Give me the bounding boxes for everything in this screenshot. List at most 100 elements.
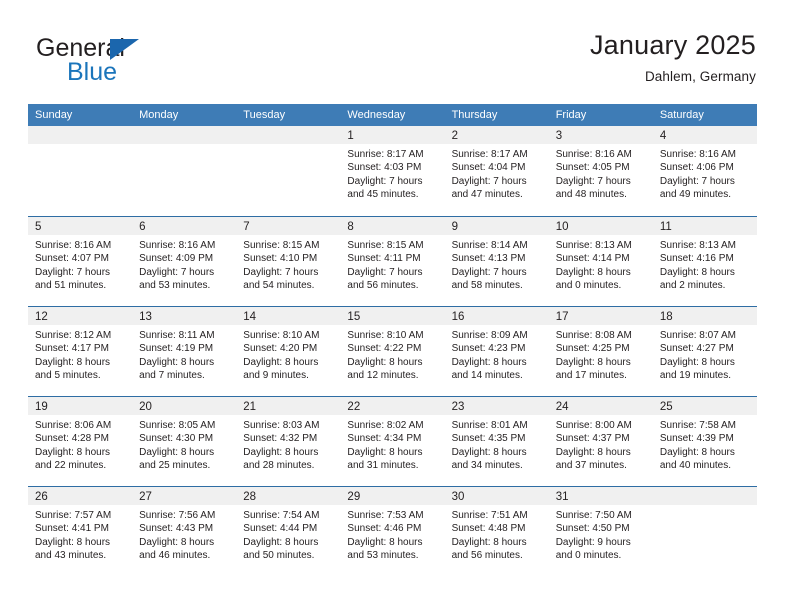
day-number-band: 13 <box>132 307 237 325</box>
day-number-band: 21 <box>236 397 341 415</box>
calendar-day-cell-empty <box>236 126 341 216</box>
calendar-day-cell[interactable]: 24 Sunrise: 8:00 AM Sunset: 4:37 PM Dayligh… <box>548 397 653 486</box>
calendar-day-cell[interactable]: 19 Sunrise: 8:06 AM Sunset: 4:28 PM Dayligh… <box>28 397 133 486</box>
calendar-day-cell[interactable]: 16 Sunrise: 8:09 AM Sunset: 4:23 PM Dayligh… <box>444 307 549 396</box>
daylight-text-line1: Daylight: 8 hours <box>243 356 319 368</box>
daylight-text-line2: and 22 minutes. <box>35 460 107 472</box>
daylight-text-line1: Daylight: 8 hours <box>139 356 215 368</box>
calendar-week-row: 26 Sunrise: 7:57 AM Sunset: 4:41 PM Dayligh… <box>28 486 757 576</box>
calendar-day-cell[interactable]: 5 Sunrise: 8:16 AM Sunset: 4:07 PM Daylight… <box>28 217 133 306</box>
sunset-text: Sunset: 4:19 PM <box>139 343 214 355</box>
day-number-band: 16 <box>444 307 549 325</box>
day-details: Sunrise: 8:06 AM Sunset: 4:28 PM Daylight:… <box>28 415 132 473</box>
calendar-day-cell[interactable]: 15 Sunrise: 8:10 AM Sunset: 4:22 PM Dayligh… <box>340 307 445 396</box>
calendar-day-cell[interactable]: 13 Sunrise: 8:11 AM Sunset: 4:19 PM Dayligh… <box>132 307 237 396</box>
sunset-text: Sunset: 4:22 PM <box>347 343 422 355</box>
daylight-text-line1: Daylight: 8 hours <box>659 266 735 278</box>
day-number-band <box>132 126 237 144</box>
day-number: 17 <box>555 311 569 323</box>
daylight-text-line2: and 53 minutes. <box>347 550 419 562</box>
day-number-band: 12 <box>28 307 133 325</box>
sunset-text: Sunset: 4:28 PM <box>35 433 109 445</box>
calendar-day-cell[interactable]: 23 Sunrise: 8:01 AM Sunset: 4:35 PM Dayligh… <box>444 397 549 486</box>
daylight-text-line1: Daylight: 8 hours <box>139 536 215 548</box>
weekday-header-row: Sunday Monday Tuesday Wednesday Thursday Frid… <box>28 104 757 126</box>
day-details: Sunrise: 8:01 AM Sunset: 4:35 PM Daylight:… <box>445 415 549 473</box>
calendar-day-cell[interactable]: 31 Sunrise: 7:50 AM Sunset: 4:50 PM Dayligh… <box>548 487 653 576</box>
weekday-header-thursday: Thursday <box>451 109 498 121</box>
day-number: 1 <box>347 130 354 142</box>
calendar-day-cell[interactable]: 20 Sunrise: 8:05 AM Sunset: 4:30 PM Dayligh… <box>132 397 237 486</box>
daylight-text-line2: and 5 minutes. <box>35 370 101 382</box>
calendar-day-cell[interactable]: 21 Sunrise: 8:03 AM Sunset: 4:32 PM Dayligh… <box>236 397 341 486</box>
daylight-text-line1: Daylight: 8 hours <box>451 536 527 548</box>
calendar-day-cell[interactable]: 1 Sunrise: 8:17 AM Sunset: 4:03 PM Daylight… <box>340 126 445 216</box>
day-details: Sunrise: 7:56 AM Sunset: 4:43 PM Daylight:… <box>132 505 236 563</box>
calendar-day-cell[interactable]: 12 Sunrise: 8:12 AM Sunset: 4:17 PM Dayligh… <box>28 307 133 396</box>
day-details: Sunrise: 8:15 AM Sunset: 4:11 PM Daylight:… <box>340 235 444 293</box>
day-number-band: 20 <box>132 397 237 415</box>
day-details: Sunrise: 8:10 AM Sunset: 4:22 PM Daylight:… <box>340 325 444 383</box>
calendar-day-cell[interactable]: 10 Sunrise: 8:13 AM Sunset: 4:14 PM Dayligh… <box>548 217 653 306</box>
calendar-day-cell[interactable]: 22 Sunrise: 8:02 AM Sunset: 4:34 PM Dayligh… <box>340 397 445 486</box>
day-number-band: 2 <box>444 126 549 144</box>
calendar-day-cell[interactable]: 6 Sunrise: 8:16 AM Sunset: 4:09 PM Daylight… <box>132 217 237 306</box>
day-number: 27 <box>139 491 152 503</box>
sunset-text: Sunset: 4:16 PM <box>659 253 734 265</box>
day-number: 14 <box>243 311 257 323</box>
daylight-text-line2: and 12 minutes. <box>347 370 419 382</box>
day-number-band: 10 <box>548 217 653 235</box>
sunset-text: Sunset: 4:10 PM <box>243 253 318 265</box>
calendar-day-cell[interactable]: 7 Sunrise: 8:15 AM Sunset: 4:10 PM Daylight… <box>236 217 341 306</box>
calendar-day-cell[interactable]: 28 Sunrise: 7:54 AM Sunset: 4:44 PM Dayligh… <box>236 487 341 576</box>
day-details: Sunrise: 8:17 AM Sunset: 4:03 PM Daylight:… <box>340 144 444 202</box>
sunset-text: Sunset: 4:48 PM <box>451 523 526 535</box>
calendar-day-cell[interactable]: 26 Sunrise: 7:57 AM Sunset: 4:41 PM Dayligh… <box>28 487 133 576</box>
calendar-day-cell[interactable]: 18 Sunrise: 8:07 AM Sunset: 4:27 PM Dayligh… <box>652 307 757 396</box>
sunset-text: Sunset: 4:17 PM <box>35 343 109 355</box>
logo-triangle-icon <box>110 39 139 60</box>
day-number: 21 <box>243 401 257 413</box>
day-number: 4 <box>659 130 667 142</box>
daylight-text-line1: Daylight: 8 hours <box>555 266 631 278</box>
sunrise-text: Sunrise: 7:51 AM <box>451 510 528 521</box>
sunset-text: Sunset: 4:46 PM <box>347 523 422 535</box>
calendar-day-cell[interactable]: 25 Sunrise: 7:58 AM Sunset: 4:39 PM Dayligh… <box>652 397 757 486</box>
day-details: Sunrise: 8:13 AM Sunset: 4:16 PM Daylight:… <box>653 235 757 293</box>
sunset-text: Sunset: 4:30 PM <box>139 433 214 445</box>
day-number-band: 19 <box>28 397 133 415</box>
calendar-day-cell[interactable]: 11 Sunrise: 8:13 AM Sunset: 4:16 PM Dayligh… <box>652 217 757 306</box>
calendar-day-cell[interactable]: 8 Sunrise: 8:15 AM Sunset: 4:11 PM Daylight… <box>340 217 445 306</box>
calendar-day-cell[interactable]: 14 Sunrise: 8:10 AM Sunset: 4:20 PM Dayligh… <box>236 307 341 396</box>
calendar-day-cell[interactable]: 27 Sunrise: 7:56 AM Sunset: 4:43 PM Dayligh… <box>132 487 237 576</box>
sunset-text: Sunset: 4:11 PM <box>347 253 421 265</box>
day-number-band <box>236 126 341 144</box>
calendar-week-row: 1 Sunrise: 8:17 AM Sunset: 4:03 PM Daylight… <box>28 126 757 216</box>
day-number: 7 <box>243 221 250 233</box>
day-number: 2 <box>451 130 458 142</box>
day-number-band <box>28 126 133 144</box>
sunset-text: Sunset: 4:50 PM <box>555 523 630 535</box>
daylight-text-line2: and 14 minutes. <box>451 370 523 382</box>
day-details: Sunrise: 7:54 AM Sunset: 4:44 PM Daylight:… <box>236 505 340 563</box>
calendar-day-cell[interactable]: 9 Sunrise: 8:14 AM Sunset: 4:13 PM Daylight… <box>444 217 549 306</box>
day-number-band: 22 <box>340 397 445 415</box>
calendar-day-cell[interactable]: 2 Sunrise: 8:17 AM Sunset: 4:04 PM Daylight… <box>444 126 549 216</box>
calendar-day-cell[interactable]: 3 Sunrise: 8:16 AM Sunset: 4:05 PM Daylight… <box>548 126 653 216</box>
sunset-text: Sunset: 4:32 PM <box>243 433 318 445</box>
calendar-day-cell[interactable]: 29 Sunrise: 7:53 AM Sunset: 4:46 PM Dayligh… <box>340 487 445 576</box>
calendar-day-cell[interactable]: 17 Sunrise: 8:08 AM Sunset: 4:25 PM Dayligh… <box>548 307 653 396</box>
daylight-text-line2: and 2 minutes. <box>659 280 726 292</box>
daylight-text-line2: and 48 minutes. <box>555 189 627 201</box>
day-number: 31 <box>555 491 569 503</box>
day-number-band: 11 <box>652 217 757 235</box>
weekday-header-tuesday: Tuesday <box>243 109 286 121</box>
sunset-text: Sunset: 4:09 PM <box>139 253 214 265</box>
calendar-week-row: 12 Sunrise: 8:12 AM Sunset: 4:17 PM Dayligh… <box>28 306 757 396</box>
calendar-day-cell[interactable]: 30 Sunrise: 7:51 AM Sunset: 4:48 PM Dayligh… <box>444 487 549 576</box>
day-number: 28 <box>243 491 257 503</box>
calendar-day-cell[interactable]: 4 Sunrise: 8:16 AM Sunset: 4:06 PM Daylight… <box>652 126 757 216</box>
daylight-text-line2: and 28 minutes. <box>243 460 315 472</box>
daylight-text-line1: Daylight: 7 hours <box>347 175 423 187</box>
day-number-band: 4 <box>652 126 757 144</box>
